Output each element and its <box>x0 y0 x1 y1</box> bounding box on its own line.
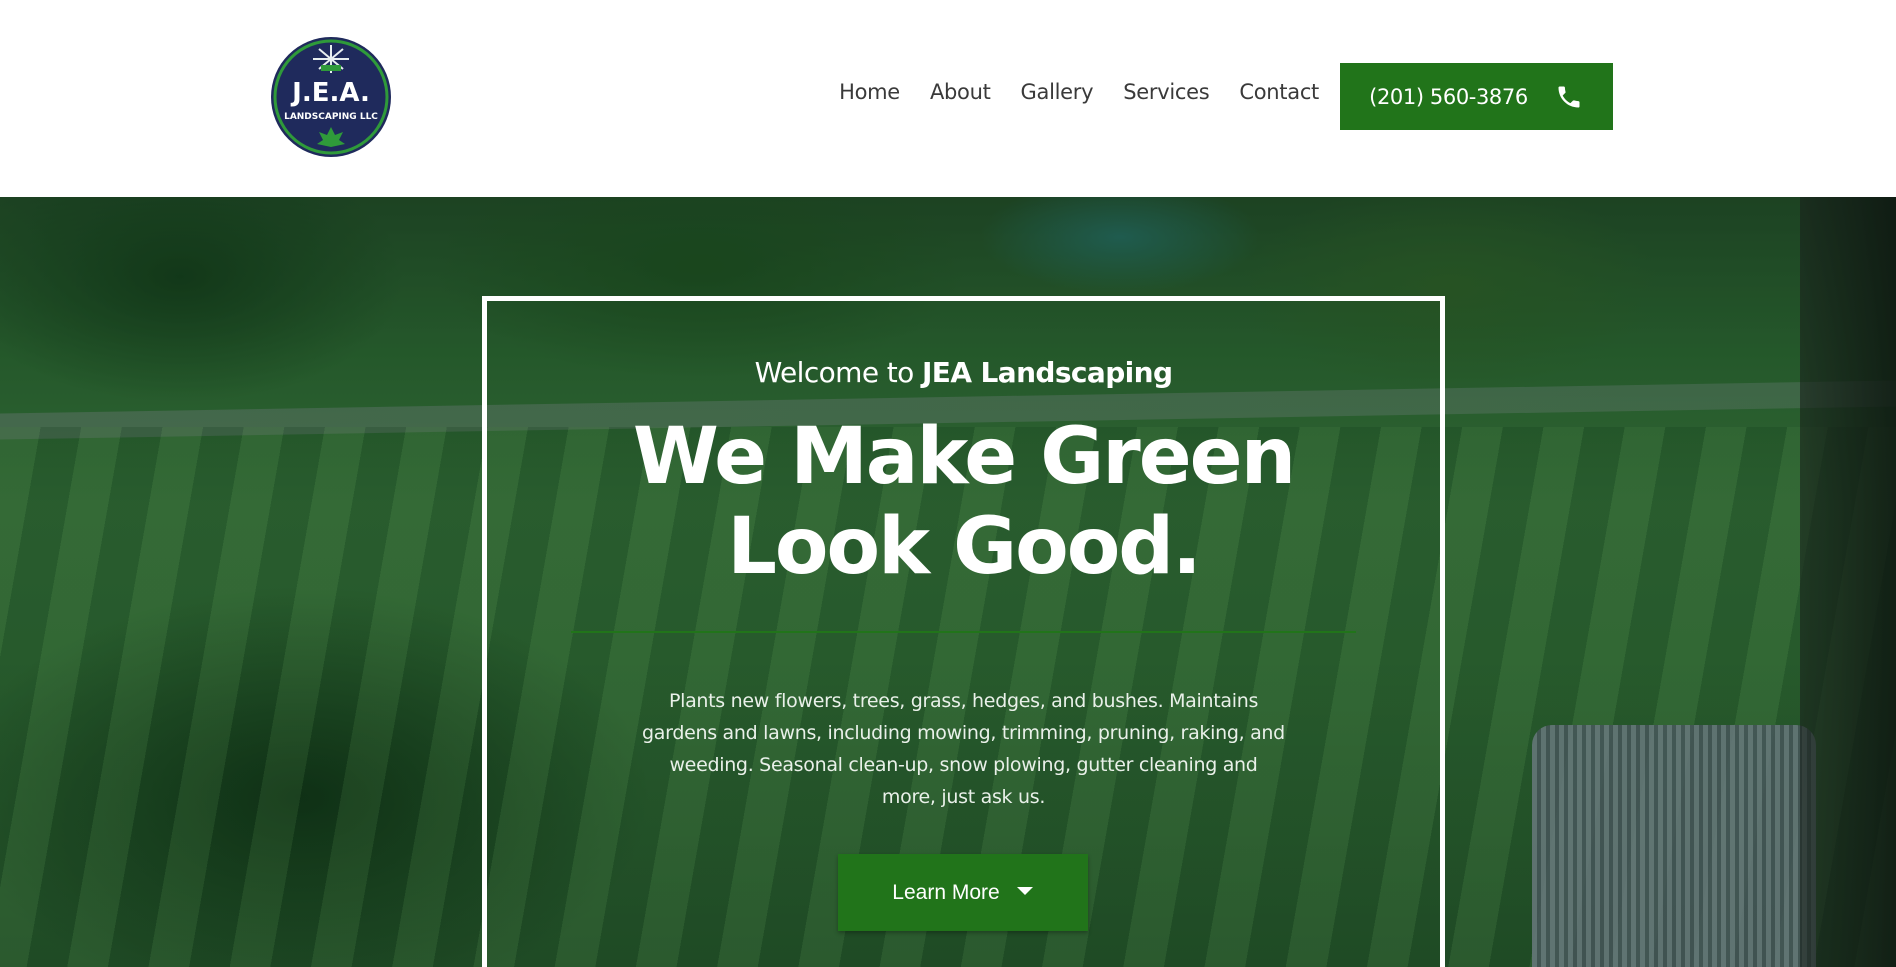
hero-divider <box>571 631 1356 633</box>
learn-more-label: Learn More <box>892 880 1000 904</box>
headline-line-1: We Make Green <box>632 412 1296 502</box>
svg-text:J.E.A.: J.E.A. <box>290 78 370 108</box>
hero-description: Plants new flowers, trees, grass, hedges… <box>642 690 1285 808</box>
nav-contact[interactable]: Contact <box>1224 80 1334 104</box>
welcome-brand: JEA Landscaping <box>921 356 1173 389</box>
phone-icon <box>1554 82 1584 112</box>
hero-headline: We Make Green Look Good. <box>482 412 1445 592</box>
learn-more-button[interactable]: Learn More <box>838 854 1088 931</box>
company-logo[interactable]: J.E.A. LANDSCAPING LLC <box>269 35 393 159</box>
phone-label: (201) 560-3876 <box>1369 84 1528 109</box>
caret-down-icon <box>1016 884 1034 902</box>
main-nav: Home About Gallery Services Contact <box>824 80 1334 104</box>
nav-about[interactable]: About <box>915 80 1006 104</box>
phone-button[interactable]: (201) 560-3876 <box>1340 63 1613 130</box>
welcome-prefix: Welcome to <box>754 356 922 389</box>
nav-services[interactable]: Services <box>1108 80 1224 104</box>
headline-line-2: Look Good. <box>727 502 1202 592</box>
hero-welcome: Welcome to JEA Landscaping <box>482 356 1445 389</box>
nav-home[interactable]: Home <box>824 80 915 104</box>
svg-text:LANDSCAPING LLC: LANDSCAPING LLC <box>284 112 378 122</box>
logo-badge-icon: J.E.A. LANDSCAPING LLC <box>271 37 391 157</box>
nav-gallery[interactable]: Gallery <box>1006 80 1109 104</box>
site-header: J.E.A. LANDSCAPING LLC Home About Galler… <box>0 0 1896 197</box>
